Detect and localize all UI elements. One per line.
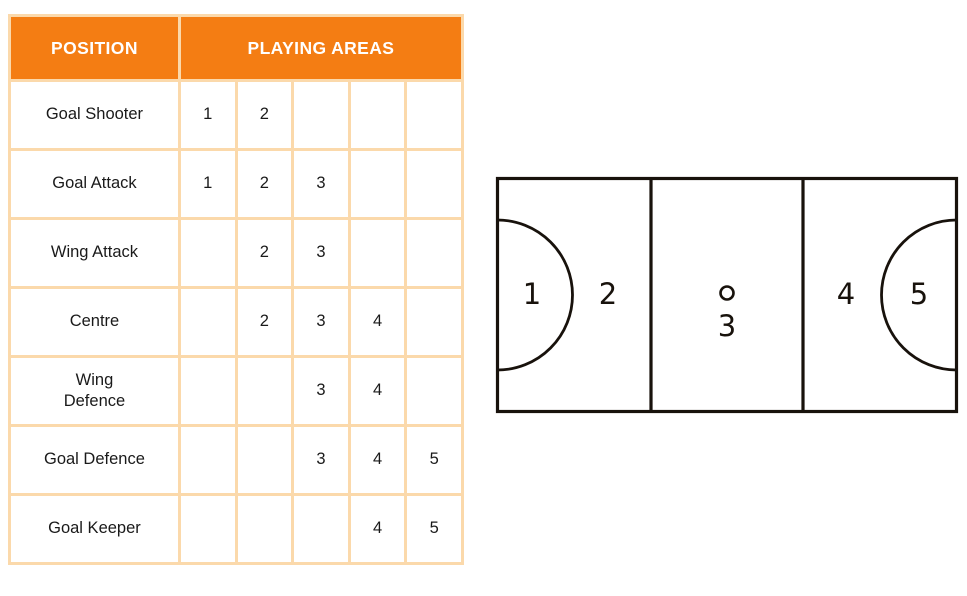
table-row: Goal Shooter 1 2 — [11, 82, 461, 148]
cell-area-5: 5 — [407, 496, 461, 562]
cell-area-4: 4 — [350, 496, 405, 562]
cell-area-3: 3 — [294, 427, 348, 493]
cell-position: Goal Attack — [11, 151, 178, 217]
header-playing-areas: PLAYING AREAS — [180, 17, 461, 79]
cell-position: Wing Attack — [11, 220, 178, 286]
cell-area-3: 3 — [294, 151, 348, 217]
table-row: Goal Defence 3 4 5 — [11, 427, 461, 493]
court-label-2: 2 — [599, 277, 617, 311]
cell-area-5 — [407, 151, 461, 217]
cell-area-1: 1 — [180, 82, 235, 148]
cell-area-1 — [180, 220, 235, 286]
cell-position: Goal Shooter — [11, 82, 178, 148]
netball-court-diagram: 1 2 3 4 5 — [495, 176, 959, 414]
cell-area-3: 3 — [294, 220, 348, 286]
cell-area-2 — [237, 496, 292, 562]
cell-area-4 — [350, 82, 405, 148]
table-row: Wing Defence 3 4 — [11, 358, 461, 424]
cell-area-4: 4 — [350, 289, 405, 355]
cell-area-1: 1 — [180, 151, 235, 217]
cell-area-2: 2 — [237, 289, 292, 355]
court-outline — [495, 176, 959, 414]
table-row: Goal Keeper 4 5 — [11, 496, 461, 562]
cell-area-1 — [180, 496, 235, 562]
cell-position: Goal Keeper — [11, 496, 178, 562]
cell-area-4: 4 — [350, 358, 405, 424]
table-row: Goal Attack 1 2 3 — [11, 151, 461, 217]
cell-area-1 — [180, 289, 235, 355]
court-label-5: 5 — [910, 277, 928, 311]
court-label-3: 3 — [718, 309, 736, 343]
cell-position: Goal Defence — [11, 427, 178, 493]
cell-area-2 — [237, 427, 292, 493]
cell-area-4 — [350, 220, 405, 286]
cell-position: Centre — [11, 289, 178, 355]
cell-area-2: 2 — [237, 82, 292, 148]
cell-area-3: 3 — [294, 358, 348, 424]
cell-area-2: 2 — [237, 220, 292, 286]
cell-position: Wing Defence — [11, 358, 178, 424]
cell-area-5 — [407, 289, 461, 355]
cell-area-5 — [407, 82, 461, 148]
court-label-1: 1 — [523, 277, 541, 311]
court-label-4: 4 — [837, 277, 855, 311]
table-row: Centre 2 3 4 — [11, 289, 461, 355]
cell-area-2 — [237, 358, 292, 424]
table-body: Goal Shooter 1 2 Goal Attack 1 2 3 Wing Attack 2… — [11, 82, 461, 562]
table-row: Wing Attack 2 3 — [11, 220, 461, 286]
cell-area-4 — [350, 151, 405, 217]
cell-area-5 — [407, 220, 461, 286]
positions-playing-areas-table: POSITION PLAYING AREAS Goal Shooter 1 2 Goa… — [8, 14, 464, 565]
table-header-row: POSITION PLAYING AREAS — [11, 17, 461, 79]
cell-area-3 — [294, 496, 348, 562]
cell-area-5 — [407, 358, 461, 424]
header-position: POSITION — [11, 17, 178, 79]
cell-area-3: 3 — [294, 289, 348, 355]
cell-area-1 — [180, 427, 235, 493]
cell-area-5: 5 — [407, 427, 461, 493]
cell-area-1 — [180, 358, 235, 424]
cell-area-4: 4 — [350, 427, 405, 493]
cell-area-3 — [294, 82, 348, 148]
cell-area-2: 2 — [237, 151, 292, 217]
table-header: POSITION PLAYING AREAS — [11, 17, 461, 79]
